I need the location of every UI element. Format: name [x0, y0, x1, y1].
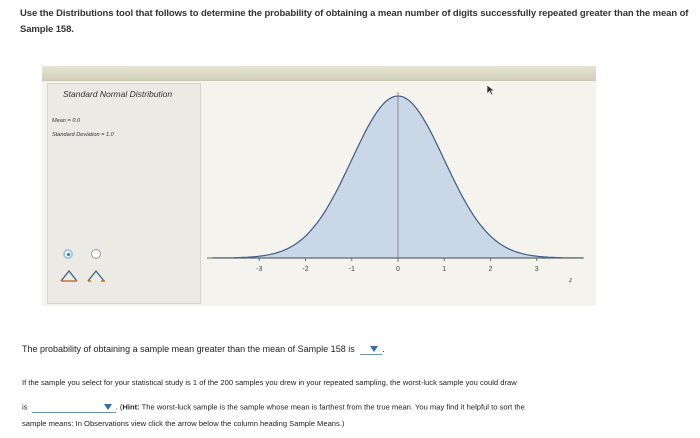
radio-two-tail[interactable] — [91, 249, 101, 259]
worst-luck-line1: If the sample you select for your statis… — [22, 378, 517, 387]
x-tick-label: -3 — [256, 266, 262, 273]
x-tick-label: 3 — [535, 266, 539, 273]
radio-left-tail[interactable] — [63, 249, 73, 259]
distribution-title: Standard Normal Distribution — [63, 89, 173, 99]
x-tick-label: 2 — [489, 266, 493, 273]
probability-dropdown[interactable] — [360, 344, 383, 356]
x-axis-label: z — [568, 278, 572, 284]
is-label: is — [22, 402, 28, 412]
hint-text: The worst-luck sample is the sample whos… — [139, 402, 525, 412]
worst-luck-dropdown[interactable] — [31, 402, 116, 413]
hint-label: Hint: — [122, 402, 140, 412]
mean-label: Mean = 0.0 — [52, 118, 81, 124]
probability-prompt: The probability of obtaining a sample me… — [22, 344, 385, 356]
tool-toolbar — [42, 66, 596, 81]
x-tick-label: 0 — [396, 266, 400, 273]
question-text: Use the Distributions tool that follows … — [20, 8, 689, 35]
probability-prompt-end: . — [382, 344, 385, 354]
worst-luck-line2: is . (Hint: The worst-luck sample is the… — [22, 402, 525, 413]
two-tail-icon[interactable] — [87, 269, 105, 282]
worst-luck-line3: sample means: In Observations view click… — [22, 419, 345, 428]
x-tick-label: -2 — [302, 266, 308, 273]
normal-distribution-chart: -3 -2 -1 0 1 2 3 z — [207, 92, 584, 284]
sd-label: Standard Deviation = 1.0 — [52, 132, 114, 138]
one-tail-icon[interactable] — [60, 269, 78, 282]
x-tick-label: 1 — [442, 266, 446, 273]
probability-prompt-text: The probability of obtaining a sample me… — [22, 344, 355, 354]
tail-icons — [60, 269, 105, 282]
x-tick-label: -1 — [349, 266, 355, 273]
